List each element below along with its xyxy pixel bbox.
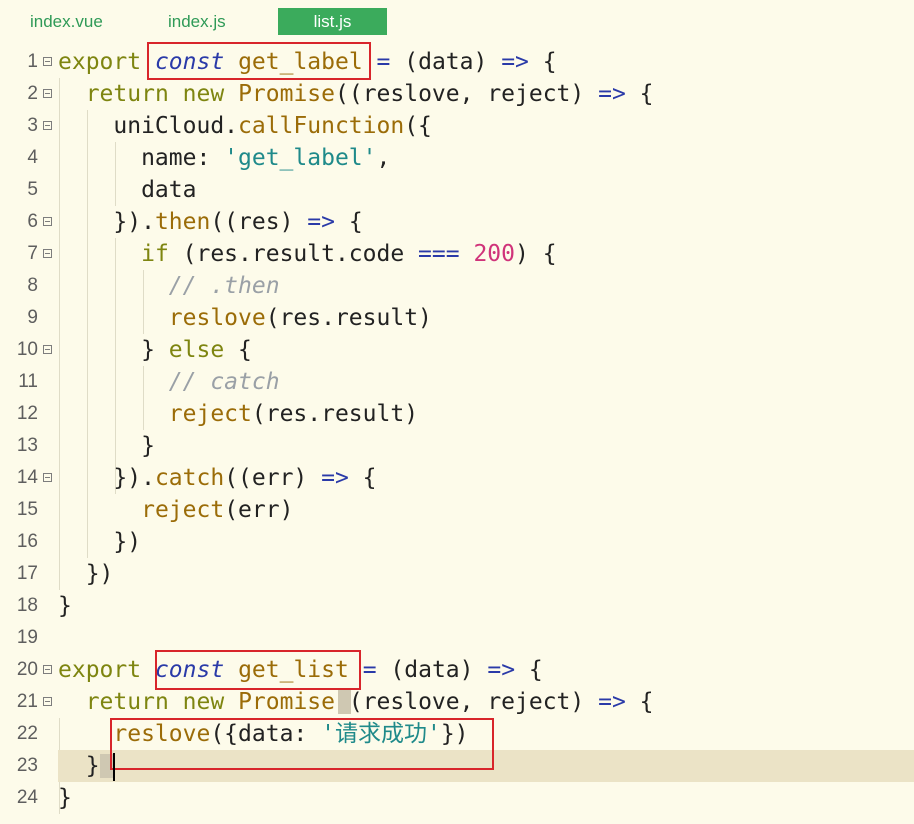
code-text: }).then((res) => { xyxy=(58,209,363,235)
code-text: }).catch((err) => { xyxy=(58,465,377,491)
code-text: } xyxy=(58,785,72,811)
line-number: 23 xyxy=(16,755,38,776)
code-line[interactable]: 9 reslove(res.result) xyxy=(0,302,914,334)
code-text: // catch xyxy=(168,369,280,395)
code-line[interactable]: 7 if (res.result.code === 200) { xyxy=(0,238,914,270)
fold-toggle-icon[interactable] xyxy=(43,249,52,258)
code-text: // .then xyxy=(168,273,280,299)
code-line[interactable]: 2 return new Promise((reslove, reject) =… xyxy=(0,78,914,110)
line-number: 6 xyxy=(27,211,38,232)
code-text: }) xyxy=(58,529,142,555)
line-number: 5 xyxy=(27,179,38,200)
code-line[interactable]: 19 xyxy=(0,622,914,654)
line-number: 9 xyxy=(27,307,38,328)
line-number: 3 xyxy=(27,115,38,136)
code-editor[interactable]: 1 export const get_label = (data) => {2 r… xyxy=(0,42,914,824)
line-number: 14 xyxy=(16,467,38,488)
code-text: if (res.result.code === 200) { xyxy=(141,241,557,267)
code-text: return new Promise((reslove, reject) => … xyxy=(85,81,654,107)
text-cursor xyxy=(113,753,115,781)
line-number: 21 xyxy=(16,691,38,712)
code-text: } xyxy=(58,433,155,459)
code-line[interactable]: 15 reject(err) xyxy=(0,494,914,526)
code-line[interactable]: 8 // .then xyxy=(0,270,914,302)
line-number: 19 xyxy=(16,627,38,648)
code-text: data xyxy=(58,177,197,203)
fold-toggle-icon[interactable] xyxy=(43,345,52,354)
code-line[interactable]: 5 data xyxy=(0,174,914,206)
code-text: name: 'get_label', xyxy=(58,145,391,171)
code-text: reject(res.result) xyxy=(168,401,419,427)
line-number: 4 xyxy=(27,147,38,168)
code-text: } xyxy=(58,593,72,619)
code-line[interactable]: 18} xyxy=(0,590,914,622)
tab-list-js[interactable]: list.js xyxy=(278,8,387,35)
line-number: 8 xyxy=(27,275,38,296)
line-number: 7 xyxy=(27,243,38,264)
code-text: return new Promise((reslove, reject) => … xyxy=(85,689,654,715)
line-number: 1 xyxy=(27,51,38,72)
highlight-box xyxy=(147,42,371,80)
line-number: 16 xyxy=(16,531,38,552)
code-text: reslove(res.result) xyxy=(168,305,432,331)
fold-toggle-icon[interactable] xyxy=(43,217,52,226)
fold-toggle-icon[interactable] xyxy=(43,89,52,98)
code-text: uniCloud.callFunction({ xyxy=(58,113,432,139)
code-line[interactable]: 24} xyxy=(0,782,914,814)
code-line[interactable]: 11 // catch xyxy=(0,366,914,398)
editor-tab-bar: index.vue index.js list.js xyxy=(0,0,914,40)
tab-index-js[interactable]: index.js xyxy=(168,8,226,35)
line-number: 22 xyxy=(16,723,38,744)
bracket-match-highlight xyxy=(338,690,351,714)
highlight-box xyxy=(110,718,494,770)
line-number: 17 xyxy=(16,563,38,584)
line-number: 10 xyxy=(16,339,38,360)
code-line[interactable]: 17 }) xyxy=(0,558,914,590)
code-line[interactable]: 16 }) xyxy=(0,526,914,558)
code-line[interactable]: 6 }).then((res) => { xyxy=(0,206,914,238)
code-line[interactable]: 1 export const get_label = (data) => { xyxy=(0,46,914,78)
code-line[interactable]: 10 } else { xyxy=(0,334,914,366)
code-line[interactable]: 12 reject(res.result) xyxy=(0,398,914,430)
code-text: reject(err) xyxy=(141,497,294,523)
code-line[interactable]: 4 name: 'get_label', xyxy=(0,142,914,174)
fold-toggle-icon[interactable] xyxy=(43,665,52,674)
line-number: 12 xyxy=(16,403,38,424)
code-line[interactable]: 20 export const get_list = (data) => { xyxy=(0,654,914,686)
line-number: 18 xyxy=(16,595,38,616)
line-number: 11 xyxy=(18,371,38,392)
fold-toggle-icon[interactable] xyxy=(43,57,52,66)
code-line[interactable]: 13 } xyxy=(0,430,914,462)
fold-toggle-icon[interactable] xyxy=(43,697,52,706)
line-number: 20 xyxy=(16,659,38,680)
code-line[interactable]: 21 return new Promise((reslove, reject) … xyxy=(0,686,914,718)
highlight-box xyxy=(155,650,361,690)
line-number: 2 xyxy=(27,83,38,104)
code-text: } else { xyxy=(58,337,252,363)
line-number: 24 xyxy=(16,787,38,808)
fold-toggle-icon[interactable] xyxy=(43,473,52,482)
code-line[interactable]: 3 uniCloud.callFunction({ xyxy=(0,110,914,142)
line-number: 15 xyxy=(16,499,38,520)
fold-toggle-icon[interactable] xyxy=(43,121,52,130)
code-text: }) xyxy=(58,561,114,587)
line-number: 13 xyxy=(16,435,38,456)
tab-index-vue[interactable]: index.vue xyxy=(30,8,103,35)
code-line[interactable]: 14 }).catch((err) => { xyxy=(0,462,914,494)
